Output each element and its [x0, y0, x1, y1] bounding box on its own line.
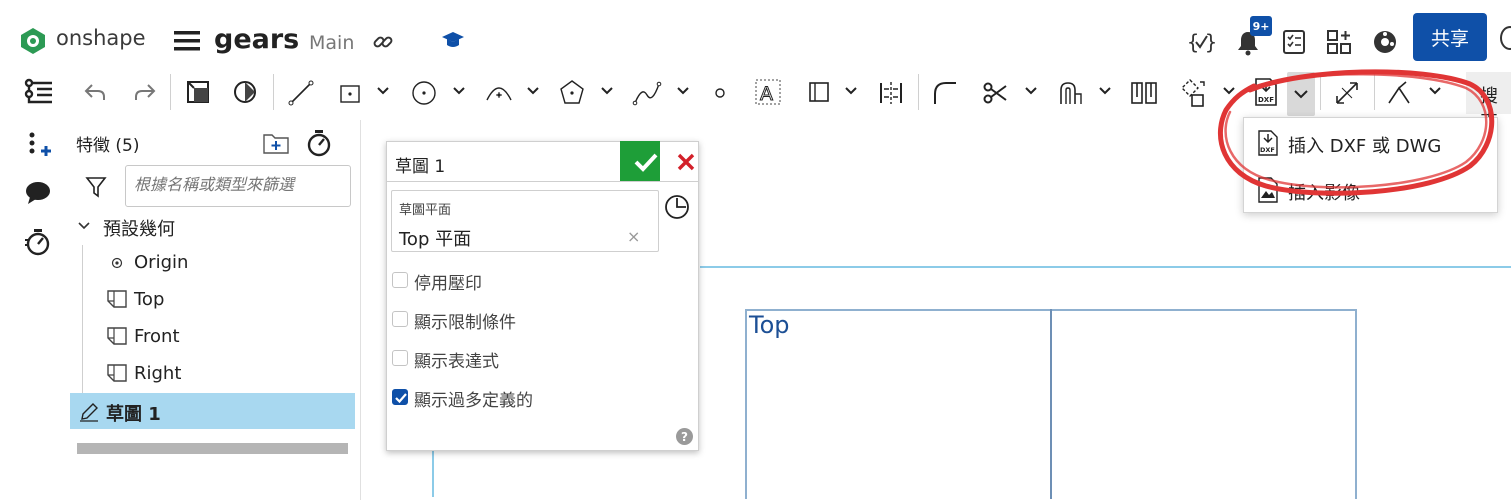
spline-icon[interactable]	[632, 80, 662, 106]
transform-icon[interactable]	[1180, 78, 1208, 108]
show-overdefined-checkbox[interactable]	[392, 389, 408, 405]
svg-text:}: }	[1205, 30, 1217, 54]
chevron-down-icon[interactable]	[77, 221, 91, 231]
checkmark-icon	[634, 153, 658, 172]
help-icon[interactable]: ?	[676, 428, 693, 445]
default-geometry-group[interactable]: 預設幾何	[103, 215, 175, 241]
show-expressions-label: 顯示表達式	[414, 352, 499, 372]
tree-item-top[interactable]: Top	[134, 289, 164, 310]
top-plane-divider	[1050, 309, 1052, 499]
sketch-plane-label: 草圖平面	[399, 203, 452, 218]
rollback-timer-icon[interactable]	[306, 128, 332, 158]
tree-item-origin[interactable]: Origin	[134, 252, 188, 273]
horizontal-scrollbar[interactable]	[77, 443, 348, 454]
disable-imprint-label: 停用壓印	[414, 274, 482, 294]
show-constraints-label: 顯示限制條件	[414, 313, 516, 333]
show-expressions-checkbox[interactable]	[392, 350, 408, 366]
stopwatch-icon[interactable]	[24, 227, 52, 257]
disable-imprint-checkbox[interactable]	[392, 272, 408, 288]
mirror-icon[interactable]	[878, 80, 904, 106]
feature-filter-input[interactable]	[125, 165, 351, 207]
filter-icon[interactable]	[85, 176, 107, 198]
trim-icon[interactable]	[982, 80, 1008, 106]
plane-icon	[106, 289, 128, 309]
polygon-icon[interactable]	[558, 78, 586, 106]
notification-badge: 9+	[1250, 16, 1272, 36]
tree-item-right[interactable]: Right	[134, 363, 181, 384]
offset-icon[interactable]	[1058, 80, 1084, 106]
clear-plane-icon[interactable]: ×	[627, 227, 640, 246]
comments-icon[interactable]	[24, 180, 52, 206]
arc-icon[interactable]	[484, 80, 514, 106]
plane-icon	[106, 363, 128, 383]
document-name[interactable]: gears	[214, 24, 299, 55]
sketch-axis-line	[700, 266, 1511, 268]
slot-icon[interactable]	[806, 79, 832, 105]
toolbar-separator	[273, 74, 274, 110]
chevron-down-icon[interactable]	[526, 86, 540, 96]
revolve-icon[interactable]	[232, 78, 260, 106]
undo-icon[interactable]	[84, 82, 106, 102]
fillet-icon[interactable]	[932, 80, 958, 106]
feature-list-toggle-icon[interactable]	[24, 78, 54, 106]
close-icon	[677, 153, 695, 171]
view-normal-icon[interactable]	[664, 194, 690, 220]
onshape-logo-icon	[19, 27, 47, 55]
redo-icon[interactable]	[134, 82, 156, 102]
cancel-button[interactable]	[662, 141, 698, 181]
link-icon[interactable]	[372, 31, 394, 53]
sketch-1-label: 草圖 1	[106, 404, 161, 425]
toolbar-separator	[170, 74, 171, 110]
toolbar-separator	[918, 74, 919, 110]
chevron-down-icon[interactable]	[676, 86, 690, 96]
rectangle-icon[interactable]	[338, 80, 364, 106]
svg-text:A: A	[760, 83, 773, 105]
chevron-down-icon[interactable]	[600, 86, 614, 96]
line-icon[interactable]	[288, 80, 314, 106]
checkmark-icon	[395, 393, 407, 404]
logo-text: onshape	[56, 26, 146, 50]
pencil-icon	[79, 402, 99, 422]
user-avatar[interactable]	[1500, 26, 1511, 50]
panel-divider	[360, 120, 361, 500]
chevron-down-icon[interactable]	[452, 86, 466, 96]
tree-guide-line	[82, 245, 83, 393]
extrude-icon[interactable]	[184, 78, 212, 106]
app-store-icon[interactable]	[1326, 29, 1352, 55]
add-folder-icon[interactable]	[262, 131, 290, 155]
features-panel-title: 特徵 (5)	[76, 136, 140, 156]
sketch-dialog-title: 草圖 1	[395, 157, 446, 177]
hamburger-menu-icon[interactable]	[174, 30, 200, 52]
sketch-plane-value: Top 平面	[399, 229, 472, 250]
tasks-icon[interactable]	[1282, 29, 1306, 55]
tree-item-front[interactable]: Front	[134, 326, 180, 347]
origin-icon	[111, 257, 123, 269]
chevron-down-icon[interactable]	[1024, 86, 1038, 96]
sketch-axis-vertical	[432, 450, 434, 497]
highlight-circle	[1208, 62, 1498, 202]
help-center-icon[interactable]	[1372, 29, 1398, 55]
chevron-down-icon[interactable]	[844, 86, 858, 96]
workspace-name[interactable]: Main	[309, 32, 354, 54]
show-overdefined-label: 顯示過多定義的	[414, 391, 533, 411]
variables-icon[interactable]: {}	[1187, 29, 1217, 55]
text-icon[interactable]: A	[754, 78, 782, 106]
plane-label: Top	[749, 311, 790, 339]
chevron-down-icon[interactable]	[1098, 86, 1112, 96]
show-constraints-checkbox[interactable]	[392, 311, 408, 327]
circle-icon[interactable]	[410, 79, 438, 107]
dialog-divider	[386, 181, 699, 182]
accept-button[interactable]	[620, 141, 660, 181]
insert-mate-icon[interactable]	[24, 131, 52, 159]
pattern-icon[interactable]	[1130, 79, 1158, 107]
plane-icon	[106, 326, 128, 346]
share-button[interactable]: 共享	[1413, 13, 1487, 61]
point-icon[interactable]	[714, 87, 726, 99]
learning-center-icon[interactable]	[441, 30, 465, 50]
chevron-down-icon[interactable]	[376, 86, 390, 96]
